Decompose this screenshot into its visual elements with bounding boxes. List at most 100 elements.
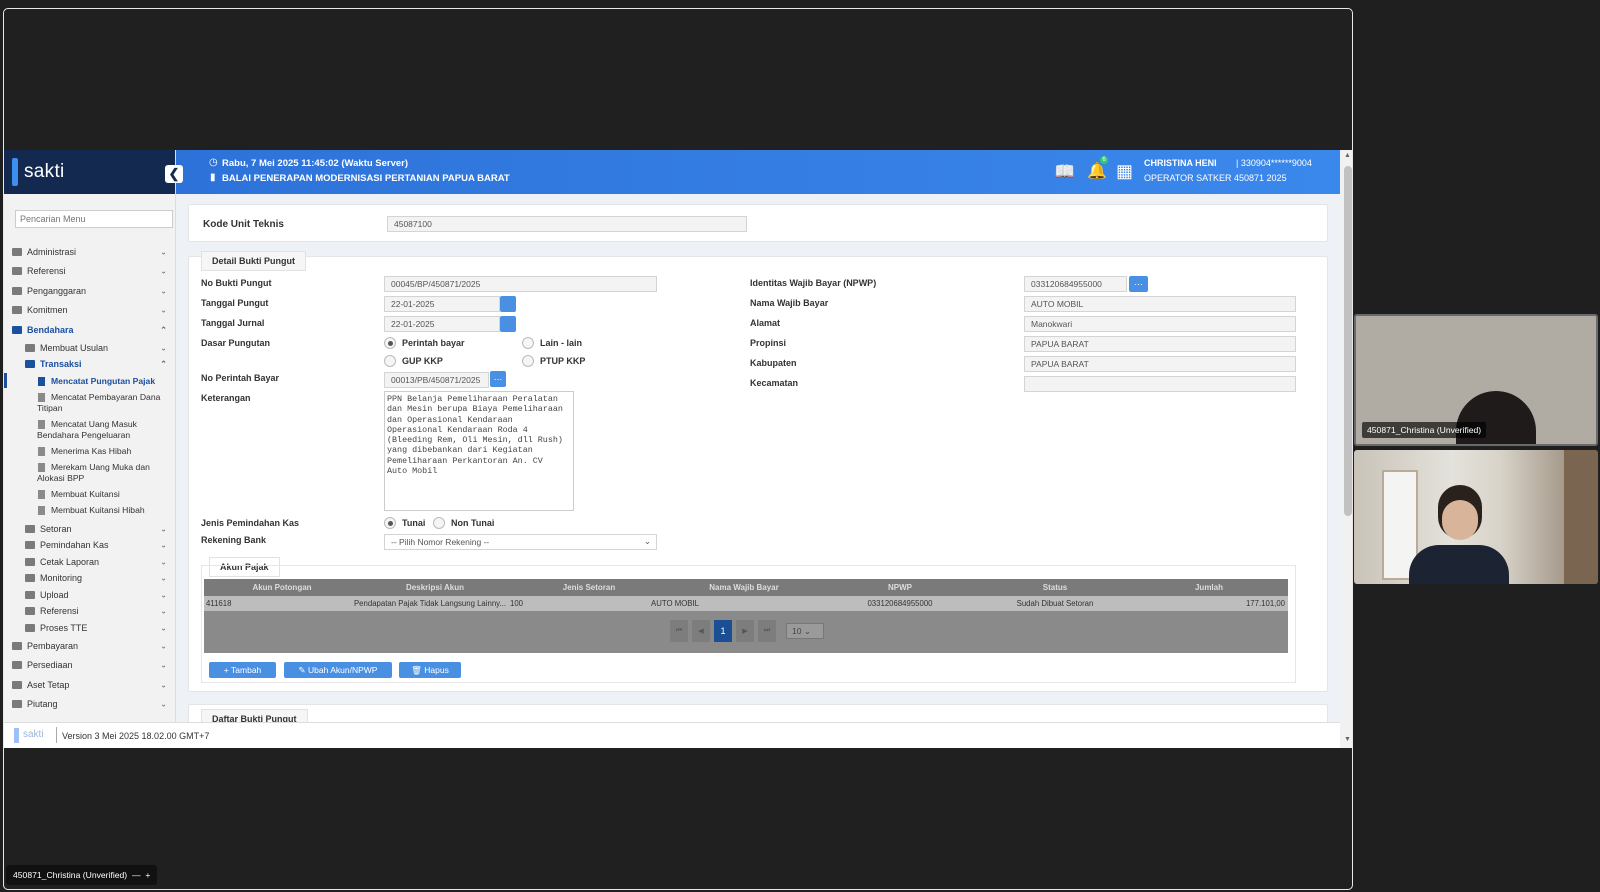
rekening-bank-select[interactable]: -- Pilih Nomor Rekening -- ⌄ (384, 534, 657, 550)
sidebar-item-membuat-kuitansi-hibah[interactable]: Membuat Kuitansi Hibah (4, 505, 175, 516)
video-tile-christina[interactable]: 450871_Christina (Unverified) (1354, 314, 1598, 446)
table-row[interactable]: 411618 Pendapatan Pajak Tidak Langsung L… (204, 596, 1288, 611)
prev-page-button[interactable]: ◀ (692, 620, 710, 642)
nama-wajib-bayar-field[interactable]: AUTO MOBIL (1024, 296, 1296, 312)
sidebar-item-persediaan[interactable]: Persediaan ⌄ (4, 656, 175, 676)
sidebar-item-setoran[interactable]: Setoran ⌄ (4, 521, 175, 538)
column-header[interactable]: Jenis Setoran (510, 583, 668, 592)
keterangan-textarea[interactable]: PPN Belanja Pemeliharaan Peralatan dan M… (384, 391, 574, 511)
radio-gup-kkp[interactable] (384, 355, 396, 367)
page-button[interactable]: 1 (714, 620, 732, 642)
sidebar-item-merekam-uang-muka[interactable]: Merekam Uang Muka dan Alokasi BPP (4, 462, 175, 484)
footer-logo-text: sakti (23, 729, 44, 740)
no-perintah-bayar-field[interactable]: 00013/PB/450871/2025 (384, 372, 489, 388)
sidebar-item-pemindahan-kas[interactable]: Pemindahan Kas ⌄ (4, 537, 175, 554)
calendar-button[interactable] (500, 296, 516, 312)
sidebar-item-label: Menerima Kas Hibah (51, 445, 132, 456)
npwp-field[interactable]: 033120684955000 (1024, 276, 1127, 292)
sidebar-item-administrasi[interactable]: Administrasi ⌄ (4, 242, 175, 262)
lookup-button[interactable]: ⋯ (490, 371, 506, 387)
user-nip: | 330904******9004 (1236, 158, 1312, 168)
user-name[interactable]: CHRISTINA HENI (1144, 158, 1217, 168)
sidebar-item-penganggaran[interactable]: Penganggaran ⌄ (4, 281, 175, 301)
alamat-field[interactable]: Manokwari (1024, 316, 1296, 332)
kecamatan-field[interactable] (1024, 376, 1296, 392)
radio-non-tunai[interactable] (433, 517, 445, 529)
ubah-akun-button[interactable]: ✎ Ubah Akun/NPWP (284, 662, 392, 678)
sidebar-item-bendahara[interactable]: Bendahara ⌃ (4, 320, 175, 340)
column-header[interactable]: Nama Wajib Bayar (668, 583, 820, 592)
sidebar-item-label: Bendahara (27, 324, 74, 335)
no-perintah-bayar-label: No Perintah Bayar (201, 373, 280, 383)
scroll-thumb[interactable] (1344, 166, 1352, 516)
column-header[interactable]: Deskripsi Akun (360, 583, 510, 592)
shared-screen: sakti Administrasi ⌄ Referensi ⌄ Pengangga… (3, 8, 1353, 890)
sidebar-item-membuat-kuitansi[interactable]: Membuat Kuitansi (4, 489, 175, 500)
sidebar-item-transaksi[interactable]: Transaksi ⌃ (4, 356, 175, 373)
page-icon (38, 489, 45, 499)
first-page-button[interactable]: ⏮ (670, 620, 688, 642)
chevron-up-icon: ⌃ (160, 325, 167, 335)
next-page-button[interactable]: ▶ (736, 620, 754, 642)
sidebar-item-label: Mencatat Uang Masuk Bendahara Pengeluara… (37, 418, 137, 440)
sidebar-item-monitoring[interactable]: Monitoring ⌄ (4, 570, 175, 587)
folder-icon (25, 590, 35, 599)
sidebar-item-aset-tetap[interactable]: Aset Tetap ⌄ (4, 675, 175, 695)
radio-tunai[interactable] (384, 517, 396, 529)
lookup-button[interactable]: ⋯ (1129, 276, 1148, 292)
grid-apps-icon[interactable]: ▦ (1116, 161, 1133, 182)
tambah-button[interactable]: + Tambah (209, 662, 276, 678)
video-tile-participant-2[interactable] (1354, 450, 1598, 584)
folder-icon (25, 574, 35, 583)
sidebar-item-upload[interactable]: Upload ⌄ (4, 587, 175, 604)
radio-perintah-bayar[interactable] (384, 337, 396, 349)
rekening-bank-label: Rekening Bank (201, 535, 267, 545)
detail-bukti-pungut-tab[interactable]: Detail Bukti Pungut (201, 251, 306, 271)
sidebar-item-mencatat-pungutan-pajak[interactable]: Mencatat Pungutan Pajak (4, 372, 175, 388)
sidebar-item-label: Setoran (40, 523, 72, 534)
scroll-down-arrow-icon[interactable]: ▼ (1344, 736, 1351, 743)
column-header[interactable]: NPWP (820, 583, 980, 592)
sidebar-item-label: Pemindahan Kas (40, 540, 109, 551)
column-header[interactable]: Jumlah (1130, 583, 1288, 592)
sidebar-item-proses-tte[interactable]: Proses TTE ⌄ (4, 620, 175, 637)
sidebar-item-referensi-bendahara[interactable]: Referensi ⌄ (4, 603, 175, 620)
jenis-pemindahan-label: Jenis Pemindahan Kas (201, 518, 300, 528)
sidebar-item-menerima-kas-hibah[interactable]: Menerima Kas Hibah (4, 446, 175, 457)
last-page-button[interactable]: ⏭ (758, 620, 776, 642)
radio-lain-lain[interactable] (522, 337, 534, 349)
sidebar-item-referensi[interactable]: Referensi ⌄ (4, 262, 175, 282)
book-icon[interactable]: 📖 (1054, 162, 1075, 182)
sidebar-item-mencatat-uang-masuk[interactable]: Mencatat Uang Masuk Bendahara Pengeluara… (4, 419, 175, 441)
calendar-button[interactable] (500, 316, 516, 332)
hapus-button[interactable]: 🗑 Hapus (399, 662, 461, 678)
no-bukti-field[interactable]: 00045/BP/450871/2025 (384, 276, 657, 292)
kode-unit-field[interactable]: 45087100 (387, 216, 747, 232)
sidebar-item-cetak-laporan[interactable]: Cetak Laporan ⌄ (4, 554, 175, 571)
tanggal-pungut-field[interactable]: 22-01-2025 (384, 296, 500, 312)
sidebar-item-piutang[interactable]: Piutang ⌄ (4, 695, 175, 715)
folder-icon (12, 286, 22, 295)
sidebar-item-pembayaran[interactable]: Pembayaran ⌄ (4, 636, 175, 656)
page-size-select[interactable]: 10 ⌄ (786, 623, 824, 639)
kabupaten-field[interactable]: PAPUA BARAT (1024, 356, 1296, 372)
bell-icon[interactable]: 🔔 (1087, 161, 1107, 181)
menu-search-input[interactable] (15, 210, 173, 228)
tanggal-jurnal-field[interactable]: 22-01-2025 (384, 316, 500, 332)
column-header[interactable]: Status (980, 583, 1130, 592)
rekening-bank-value: -- Pilih Nomor Rekening -- (391, 537, 490, 547)
sidebar-collapse-button[interactable]: ❮ (165, 165, 183, 183)
page-icon (38, 376, 45, 386)
sidebar-item-komitmen[interactable]: Komitmen ⌄ (4, 301, 175, 321)
chevron-down-icon: ⌄ (160, 641, 167, 651)
propinsi-field[interactable]: PAPUA BARAT (1024, 336, 1296, 352)
folder-icon (12, 680, 22, 689)
column-header[interactable]: Akun Potongan (204, 583, 360, 592)
self-name-tag[interactable]: 450871_Christina (Unverified) — + (6, 865, 158, 885)
scrollbar[interactable]: ▲ ▼ (1341, 150, 1352, 748)
sidebar-item-label: Piutang (27, 699, 58, 710)
sidebar-item-membuat-usulan[interactable]: Membuat Usulan ⌄ (4, 340, 175, 357)
scroll-up-arrow-icon[interactable]: ▲ (1344, 152, 1351, 159)
sidebar-item-mencatat-pembayaran-dana-titipan[interactable]: Mencatat Pembayaran Dana Titipan (4, 392, 175, 414)
radio-ptup-kkp[interactable] (522, 355, 534, 367)
